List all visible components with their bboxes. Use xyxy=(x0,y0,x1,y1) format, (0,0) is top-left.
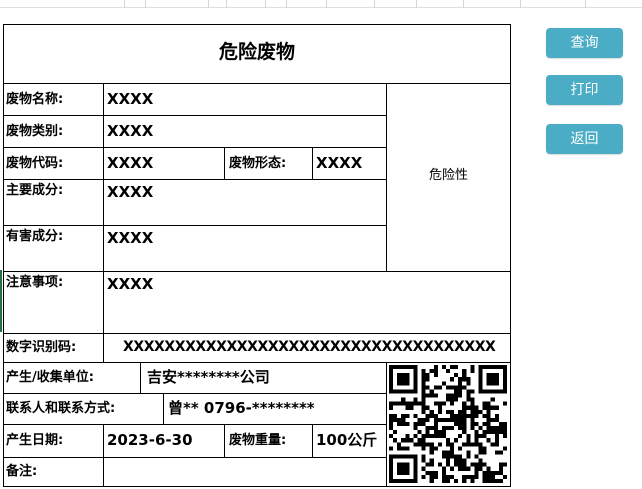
contact-label: 联系人和联系方式: xyxy=(6,401,116,416)
notes-value[interactable]: XXXX xyxy=(107,275,153,293)
row-divider xyxy=(3,362,511,363)
remark-label: 备注: xyxy=(6,464,38,479)
row-divider xyxy=(3,333,511,334)
sheet-gridline xyxy=(286,0,287,8)
sheet-gridline xyxy=(124,0,125,8)
query-button[interactable]: 查询 xyxy=(546,28,623,58)
notes-label: 注意事项: xyxy=(6,275,64,290)
waste-name-value[interactable]: XXXX xyxy=(107,90,153,108)
sheet-gridline xyxy=(585,0,586,8)
waste-code-label: 废物代码: xyxy=(6,156,64,171)
col-divider xyxy=(224,424,225,458)
producer-label: 产生/收集单位: xyxy=(6,370,94,385)
digital-id-value[interactable]: XXXXXXXXXXXXXXXXXXXXXXXXXXXXXXXXXXXX xyxy=(123,338,496,356)
producer-value[interactable]: 吉安********公司 xyxy=(147,368,270,386)
sheet-gridline-row xyxy=(0,7,642,8)
main-component-label: 主要成分: xyxy=(6,183,64,198)
sheet-gridline xyxy=(226,0,227,8)
sheet-gridline xyxy=(416,0,417,8)
harmful-component-value[interactable]: XXXX xyxy=(107,229,153,247)
row-divider xyxy=(3,179,387,180)
form-border-top xyxy=(3,24,511,25)
waste-type-label: 废物类别: xyxy=(6,124,64,139)
col-divider xyxy=(224,147,225,180)
waste-form-label: 废物形态: xyxy=(229,156,287,171)
form-title: 危险废物 xyxy=(218,41,295,63)
contact-value[interactable]: 曾** 0796-******** xyxy=(168,399,315,417)
sheet-gridline xyxy=(208,0,209,8)
sheet-gridline xyxy=(326,0,327,8)
sheet-gridline xyxy=(145,0,146,8)
form-border-left xyxy=(3,24,4,487)
col-divider xyxy=(312,424,313,458)
waste-name-label: 废物名称: xyxy=(6,92,64,107)
col-divider xyxy=(140,362,141,394)
hazard-label: 危险性 xyxy=(428,168,468,183)
waste-code-value[interactable]: XXXX xyxy=(107,154,153,172)
col-divider xyxy=(103,424,104,487)
waste-weight-value[interactable]: 100公斤 xyxy=(316,431,377,449)
digital-id-label: 数字识别码: xyxy=(6,340,77,355)
row-divider xyxy=(3,115,387,116)
back-button[interactable]: 返回 xyxy=(546,124,623,154)
col-divider xyxy=(312,147,313,180)
harmful-component-label: 有害成分: xyxy=(6,229,64,244)
row-divider xyxy=(3,147,387,148)
row-divider xyxy=(3,83,511,84)
production-date-value[interactable]: 2023-6-30 xyxy=(107,431,193,449)
selected-cell-marker xyxy=(0,270,2,332)
form-border-bottom xyxy=(3,486,511,487)
sheet-gridline xyxy=(463,0,464,8)
row-divider xyxy=(3,393,387,394)
col-divider xyxy=(103,83,104,333)
print-button[interactable]: 打印 xyxy=(546,75,623,105)
col-divider xyxy=(103,333,104,363)
col-divider xyxy=(163,393,164,425)
row-divider xyxy=(3,225,387,226)
sheet-gridline xyxy=(374,0,375,8)
form-border-right xyxy=(510,24,511,487)
production-date-label: 产生日期: xyxy=(6,433,64,448)
row-divider xyxy=(3,424,387,425)
waste-type-value[interactable]: XXXX xyxy=(107,122,153,140)
row-divider xyxy=(3,271,511,272)
sheet-gridline xyxy=(520,0,521,8)
main-component-value[interactable]: XXXX xyxy=(107,183,153,201)
row-divider xyxy=(3,457,387,458)
qr-code-icon xyxy=(389,365,507,483)
sheet-gridline xyxy=(265,0,266,8)
col-divider xyxy=(386,362,387,487)
waste-weight-label: 废物重量: xyxy=(229,433,287,448)
waste-form-value[interactable]: XXXX xyxy=(316,154,362,172)
